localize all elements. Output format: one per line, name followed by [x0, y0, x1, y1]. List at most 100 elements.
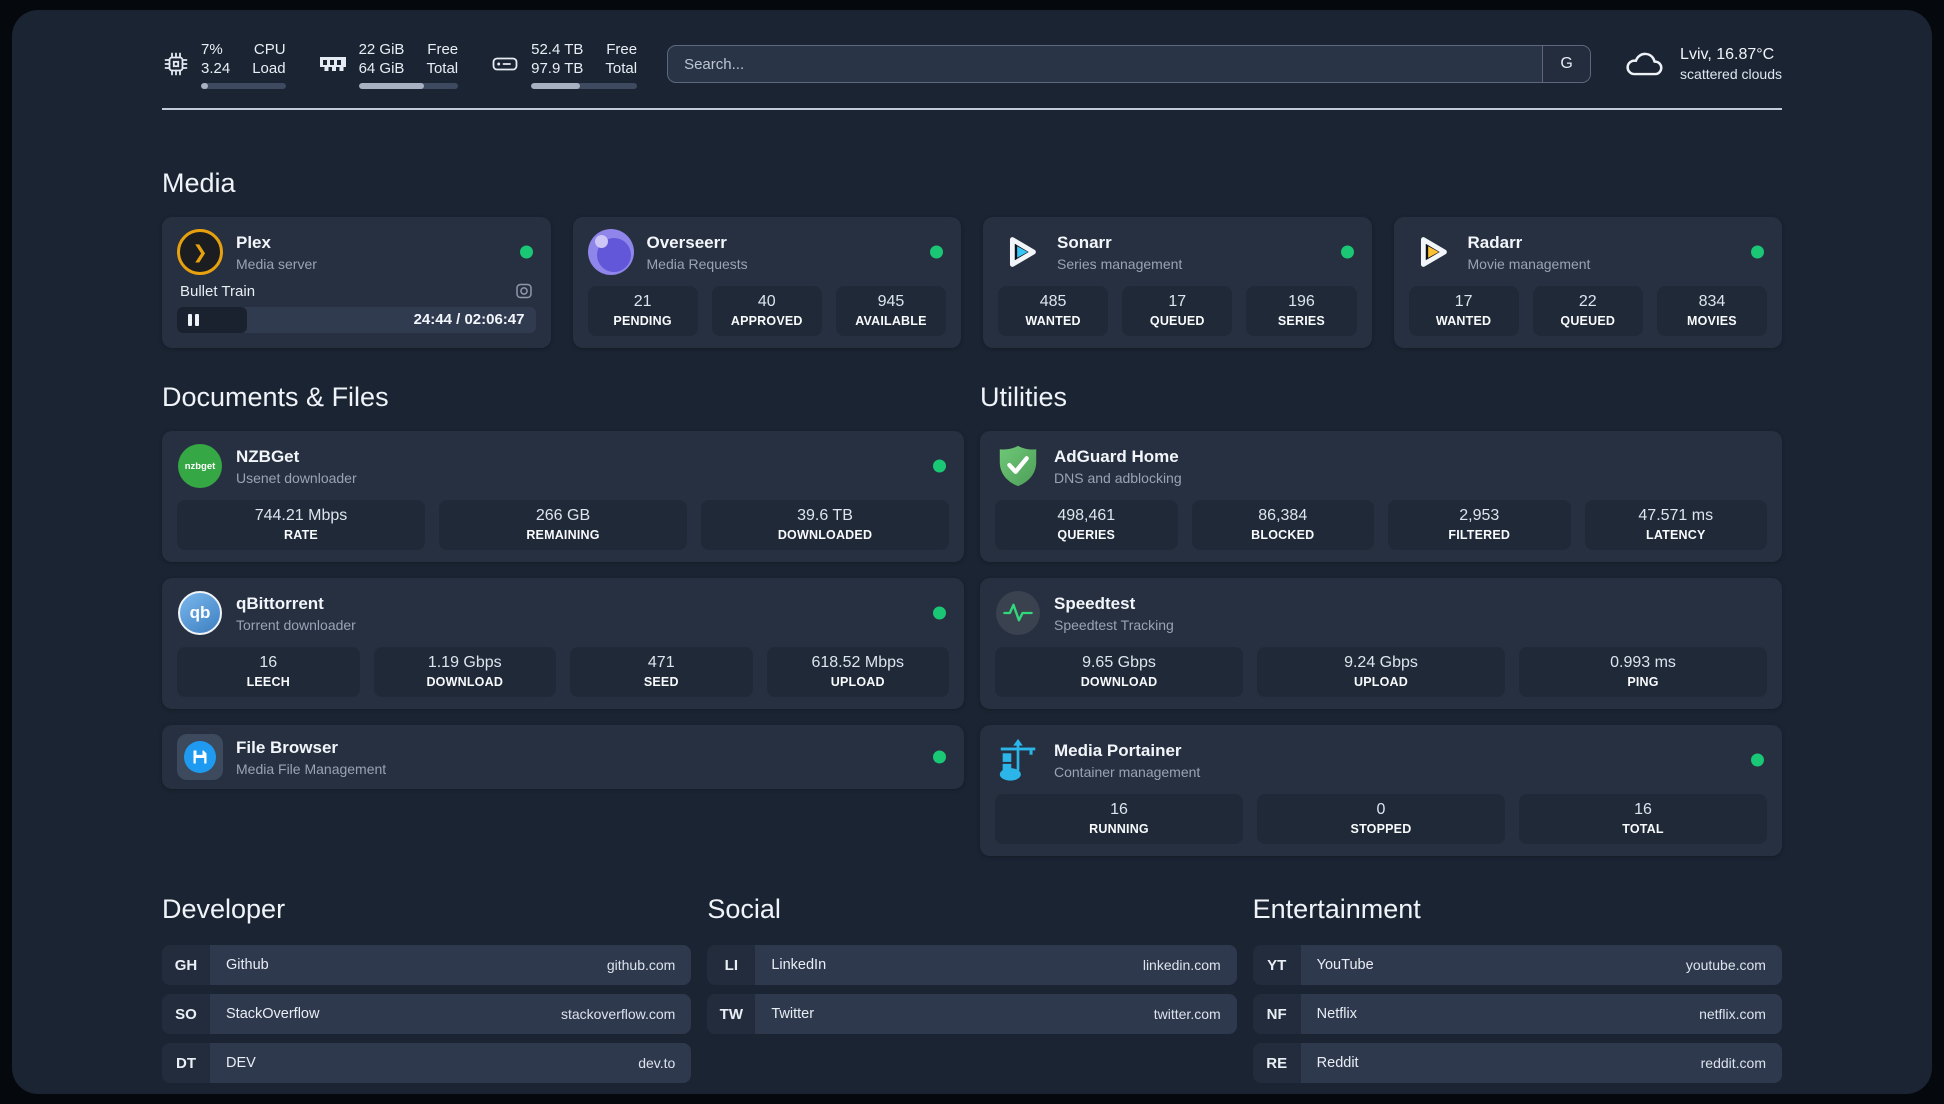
top-bar: 7% 3.24 CPU Load 22 GiB 64 GiB Free Tota…: [162, 36, 1782, 92]
stat-tile: 266 GB REMAINING: [439, 500, 687, 550]
stat-tile: 86,384 BLOCKED: [1191, 500, 1374, 550]
stat-tile: 22 QUEUED: [1532, 286, 1643, 336]
stat-tile: 39.6 TB DOWNLOADED: [701, 500, 949, 550]
bookmark-name: Netflix: [1316, 1006, 1357, 1022]
search-input[interactable]: [668, 46, 1543, 82]
bookmark-row-youtube[interactable]: YT YouTube youtube.com: [1252, 945, 1782, 985]
bookmark-name: Twitter: [771, 1006, 815, 1022]
ram-icon: [319, 57, 346, 71]
app-description: Usenet downloader: [236, 469, 357, 486]
section-documents: Documents & Files nzbget NZBGet Usenet d…: [162, 382, 964, 856]
bookmark-abbr: DT: [162, 1043, 210, 1083]
app-description: Series management: [1057, 255, 1183, 272]
now-playing-title: Bullet Train: [180, 282, 256, 300]
app-card-filebrowser[interactable]: File Browser Media File Management: [162, 725, 964, 789]
bookmark-url: dev.to: [638, 1055, 676, 1071]
bookmark-row-dev[interactable]: DT DEV dev.to: [162, 1043, 692, 1083]
sonarr-icon: [998, 229, 1044, 275]
app-name: Speedtest: [1054, 593, 1136, 613]
bookmark-row-netflix[interactable]: NF Netflix netflix.com: [1252, 994, 1782, 1034]
cloud-icon: [1626, 52, 1663, 76]
memory-labels: Free Total: [426, 40, 459, 78]
app-card-overseerr[interactable]: Overseerr Media Requests 21 PENDING 40 A…: [572, 217, 961, 348]
header-divider: [162, 108, 1782, 110]
stat-tile: 17 QUEUED: [1122, 286, 1233, 336]
cpu-icon: [164, 52, 188, 76]
app-card-qbittorrent[interactable]: qb qBittorrent Torrent downloader 16 LEE…: [162, 578, 964, 709]
radarr-icon: [1409, 229, 1455, 275]
stat-tile: 16 LEECH: [177, 647, 360, 697]
app-card-radarr[interactable]: Radarr Movie management 17 WANTED 22 QUE…: [1393, 217, 1782, 348]
session-icon[interactable]: [515, 282, 533, 300]
app-name: Sonarr: [1057, 232, 1112, 252]
bookmark-name: Reddit: [1316, 1055, 1359, 1071]
bookmark-url: netflix.com: [1699, 1006, 1766, 1022]
bookmark-row-github[interactable]: GH Github github.com: [162, 945, 692, 985]
storage-values: 52.4 TB 97.9 TB: [531, 40, 584, 78]
bookmark-url: stackoverflow.com: [560, 1006, 676, 1022]
playback-progress-bar[interactable]: 24:44 / 02:06:47: [177, 307, 536, 333]
memory-values: 22 GiB 64 GiB: [358, 40, 405, 78]
bookmark-url: linkedin.com: [1142, 957, 1221, 973]
plex-icon: ❯: [177, 229, 223, 275]
app-description: Movie management: [1467, 255, 1591, 272]
app-name: Overseerr: [646, 232, 727, 252]
memory-usage-bar: [358, 82, 459, 89]
memory-metric: 22 GiB 64 GiB Free Total: [318, 40, 459, 89]
dashboard: 7% 3.24 CPU Load 22 GiB 64 GiB Free Tota…: [12, 10, 1932, 1094]
status-dot: [930, 245, 943, 259]
app-description: Speedtest Tracking: [1054, 616, 1174, 633]
status-dot: [933, 459, 946, 473]
search-engine-button[interactable]: G: [1542, 46, 1591, 82]
app-card-nzbget[interactable]: nzbget NZBGet Usenet downloader 744.21 M…: [162, 431, 964, 562]
app-description: Torrent downloader: [236, 616, 356, 633]
stat-tile: 618.52 Mbps UPLOAD: [766, 647, 949, 697]
storage-labels: Free Total: [605, 40, 638, 78]
bookmark-group-developer: Developer GH Github github.com SO StackO…: [162, 894, 692, 1092]
bookmark-abbr: SO: [162, 994, 210, 1034]
app-description: Media Requests: [646, 255, 748, 272]
bookmark-row-twitter[interactable]: TW Twitter twitter.com: [707, 994, 1237, 1034]
app-card-portainer[interactable]: Media Portainer Container management 16 …: [980, 725, 1782, 856]
overseerr-icon: [587, 229, 634, 275]
section-title-entertainment: Entertainment: [1252, 894, 1421, 924]
bookmark-abbr: RE: [1252, 1043, 1301, 1083]
bookmark-row-reddit[interactable]: RE Reddit reddit.com: [1252, 1043, 1782, 1083]
bookmark-url: twitter.com: [1153, 1006, 1221, 1022]
section-title-media: Media: [162, 168, 236, 198]
section-utilities: Utilities AdGuard Home DNS and adblockin…: [980, 382, 1782, 856]
stat-tile: 0.993 ms PING: [1519, 647, 1767, 697]
storage-metric: 52.4 TB 97.9 TB Free Total: [490, 40, 638, 89]
status-dot: [933, 606, 946, 620]
bookmark-row-linkedin[interactable]: LI LinkedIn linkedin.com: [707, 945, 1237, 985]
pause-icon[interactable]: [188, 314, 199, 326]
search-bar: G: [667, 45, 1592, 83]
stat-tile: 16 RUNNING: [995, 794, 1243, 844]
section-media: Media ❯ Plex Media server Bullet Train 2…: [162, 168, 1782, 348]
bookmark-abbr: GH: [162, 945, 210, 985]
stat-tile: 16 TOTAL: [1519, 794, 1767, 844]
app-description: Media File Management: [236, 760, 387, 777]
qbittorrent-icon: qb: [178, 591, 222, 635]
app-card-speedtest[interactable]: Speedtest Speedtest Tracking 9.65 Gbps D…: [980, 578, 1782, 709]
speedtest-icon: [996, 591, 1040, 635]
stat-tile: 498,461 QUERIES: [995, 500, 1178, 550]
bookmark-group-social: Social LI LinkedIn linkedin.com TW Twitt…: [707, 894, 1237, 1092]
adguard-icon: [995, 443, 1041, 489]
stat-tile: 945 AVAILABLE: [835, 286, 947, 336]
section-title-documents: Documents & Files: [162, 382, 389, 412]
bookmark-row-stackoverflow[interactable]: SO StackOverflow stackoverflow.com: [162, 994, 692, 1034]
weather-location: Lviv, 16.87°C: [1680, 46, 1775, 63]
hard-drive-icon: [492, 57, 518, 71]
bookmark-url: reddit.com: [1700, 1055, 1766, 1071]
app-name: qBittorrent: [236, 593, 324, 613]
app-card-sonarr[interactable]: Sonarr Series management 485 WANTED 17 Q…: [983, 217, 1372, 348]
cpu-values: 7% 3.24: [201, 40, 231, 78]
portainer-icon: [995, 737, 1041, 783]
stat-tile: 17 WANTED: [1408, 286, 1519, 336]
storage-usage-bar: [531, 82, 638, 89]
bookmark-url: github.com: [606, 957, 676, 973]
app-name: AdGuard Home: [1054, 446, 1179, 466]
app-card-adguard[interactable]: AdGuard Home DNS and adblocking 498,461 …: [980, 431, 1782, 562]
app-card-plex[interactable]: ❯ Plex Media server Bullet Train 24:44 /…: [162, 217, 551, 348]
